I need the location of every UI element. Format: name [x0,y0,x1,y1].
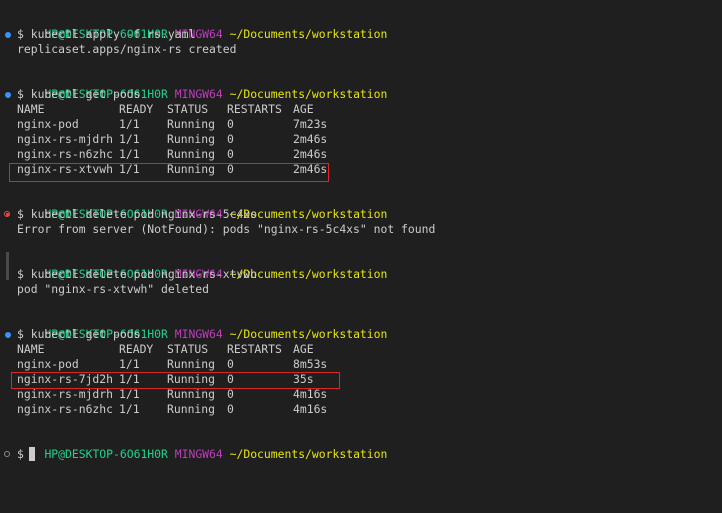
command-text: kubectl delete pod nginx-rs-5c4xs [30,207,258,221]
prompt-user-host: HP@DESKTOP-6O61H0R [44,447,168,461]
command-output: Error from server (NotFound): pods "ngin… [17,222,436,236]
input-line[interactable]: $ [17,447,24,462]
table-cell: 1/1 [119,357,140,371]
prompt-symbol: $ [17,87,24,101]
prompt-symbol: $ [17,447,24,461]
table-cell: 0 [227,387,234,401]
table-cell: 1/1 [119,402,140,416]
command-line: $ kubectl delete pod nginx-rs-xtvwh [17,267,257,282]
table-cell: 4m16s [293,387,328,401]
table-cell: Running [167,147,216,161]
table-cell: 1/1 [119,387,140,401]
text-cursor [29,447,35,461]
prompt-header: HP@DESKTOP-6O61H0R MINGW64 ~/Documents/w… [17,312,387,341]
prompt-symbol: $ [17,27,24,41]
table-cell: nginx-rs-n6zhc [17,402,114,416]
table-header-cell: NAME [17,342,45,356]
command-decoration-bar [6,252,9,280]
table-cell: 2m46s [293,132,328,146]
table-cell: 0 [227,147,234,161]
table-cell: 7m23s [293,117,328,131]
command-success-icon[interactable] [5,32,11,38]
table-cell: 1/1 [119,147,140,161]
table-cell: 8m53s [293,357,328,371]
table-cell: Running [167,387,216,401]
highlight-box [11,372,340,389]
prompt-path: ~/Documents/workstation [229,27,388,41]
prompt-path: ~/Documents/workstation [229,87,388,101]
table-cell: 0 [227,117,234,131]
table-cell: nginx-rs-mjdrh [17,132,114,146]
command-line: $ kubectl delete pod nginx-rs-5c4xs [17,207,257,222]
prompt-shell: MINGW64 [174,327,223,341]
table-cell: nginx-pod [17,357,79,371]
table-cell: nginx-rs-n6zhc [17,147,114,161]
table-cell: 1/1 [119,117,140,131]
highlight-box [9,163,329,182]
prompt-symbol: $ [17,267,24,281]
command-line: $ kubectl get pods [17,87,140,102]
terminal-window[interactable]: HP@DESKTOP-6O61H0R MINGW64 ~/Documents/w… [0,0,722,513]
prompt-symbol: $ [17,207,24,221]
table-header-cell: NAME [17,102,45,116]
table-header-cell: READY [119,102,154,116]
table-cell: 2m46s [293,147,328,161]
table-cell: 4m16s [293,402,328,416]
command-text: kubectl get pods [30,327,141,341]
table-header-cell: AGE [293,342,314,356]
command-pending-icon[interactable] [4,451,10,457]
table-header-cell: STATUS [167,342,209,356]
prompt-path: ~/Documents/workstation [229,327,388,341]
table-cell: Running [167,402,216,416]
table-cell: 0 [227,402,234,416]
table-cell: Running [167,132,216,146]
command-success-icon[interactable] [5,332,11,338]
prompt-header: HP@DESKTOP-6O61H0R MINGW64 ~/Documents/w… [17,192,387,221]
table-header-cell: RESTARTS [227,342,282,356]
command-error-icon[interactable] [4,211,10,217]
table-cell: Running [167,117,216,131]
prompt-shell: MINGW64 [174,447,223,461]
table-cell: Running [167,357,216,371]
command-line: $ kubectl get pods [17,327,140,342]
prompt-shell: MINGW64 [174,87,223,101]
prompt-header: HP@DESKTOP-6O61H0R MINGW64 ~/Documents/w… [17,72,387,101]
command-output: pod "nginx-rs-xtvwh" deleted [17,282,210,296]
prompt-header: HP@DESKTOP-6O61H0R MINGW64 ~/Documents/w… [17,432,387,461]
table-header-cell: READY [119,342,154,356]
prompt-header: HP@DESKTOP-6O61H0R MINGW64 ~/Documents/w… [17,252,387,281]
command-output: replicaset.apps/nginx-rs created [17,42,237,56]
command-text: kubectl apply -f rs.yaml [30,27,196,41]
table-cell: 1/1 [119,132,140,146]
table-header-cell: AGE [293,102,314,116]
table-header-cell: RESTARTS [227,102,282,116]
command-text: kubectl delete pod nginx-rs-xtvwh [30,267,258,281]
table-header-cell: STATUS [167,102,209,116]
command-line: $ kubectl apply -f rs.yaml [17,27,195,42]
command-text: kubectl get pods [30,87,141,101]
table-cell: nginx-rs-mjdrh [17,387,114,401]
prompt-header: HP@DESKTOP-6O61H0R MINGW64 ~/Documents/w… [17,12,387,41]
table-cell: 0 [227,357,234,371]
command-success-icon[interactable] [5,92,11,98]
prompt-symbol: $ [17,327,24,341]
table-cell: nginx-pod [17,117,79,131]
table-cell: 0 [227,132,234,146]
prompt-path: ~/Documents/workstation [229,447,388,461]
